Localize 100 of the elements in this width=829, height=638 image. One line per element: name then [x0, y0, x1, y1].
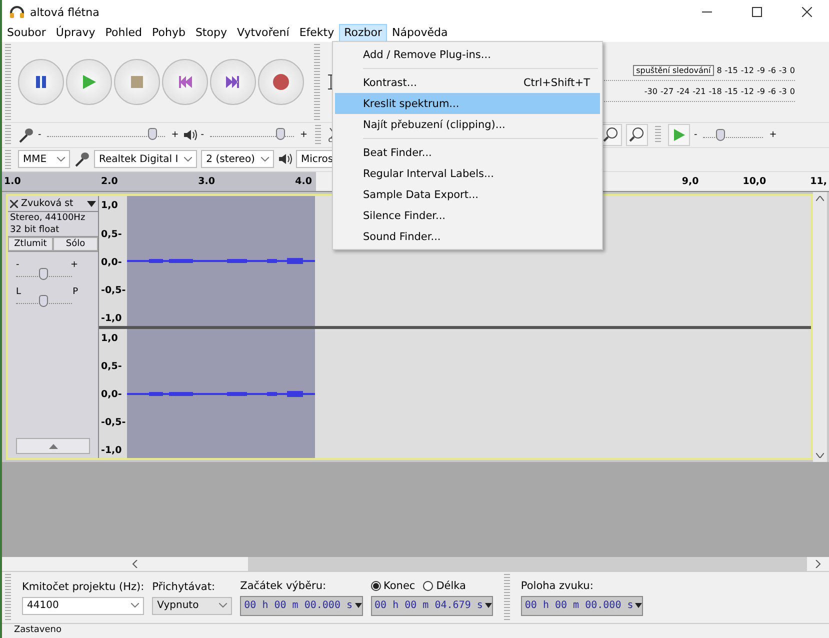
- ruler-label: 2.0: [101, 176, 118, 188]
- window-title: altová flétna: [30, 6, 100, 18]
- stop-icon: [131, 76, 143, 88]
- menu-entry[interactable]: Sample Data Export...: [335, 184, 600, 205]
- scale-label: -0,5-: [101, 417, 127, 428]
- snap-select[interactable]: Vypnuto: [152, 596, 232, 615]
- menu-item[interactable]: Soubor: [2, 24, 51, 42]
- menu-item[interactable]: Úpravy: [50, 24, 100, 42]
- radio-option[interactable]: Délka: [423, 580, 466, 592]
- skip-end-icon: [226, 76, 239, 88]
- meter-tick-label: 8: [716, 66, 722, 76]
- snap-label: Přichytávat:: [152, 580, 216, 593]
- slider-thumb[interactable]: [276, 128, 286, 140]
- scale-label: 0,0-: [101, 389, 123, 400]
- rate-label: Kmitočet projektu (Hz):: [22, 580, 144, 593]
- menu-item[interactable]: Nápověda: [387, 24, 453, 42]
- host-select[interactable]: MME: [18, 150, 70, 168]
- dropdown-icon: [354, 603, 362, 608]
- ruler-label: 3.0: [198, 176, 215, 188]
- meter-tick-label: -18: [708, 87, 722, 96]
- menu-entry[interactable]: Silence Finder...: [335, 205, 600, 226]
- menu-item[interactable]: Vytvoření: [232, 24, 294, 42]
- menu-item[interactable]: Rozbor: [339, 24, 388, 42]
- track-toggle-button[interactable]: Sólo: [53, 237, 98, 252]
- meter-tick-label: 0: [790, 66, 795, 76]
- menu-entry[interactable]: Add / Remove Plug-ins...: [335, 44, 600, 65]
- maximize-icon: [752, 7, 762, 17]
- meter-tick-label: -24: [676, 87, 690, 96]
- meter-tick-label: -27: [660, 87, 674, 96]
- scroll-down-icon[interactable]: [816, 453, 824, 458]
- play-at-speed-button[interactable]: [668, 124, 690, 146]
- rate-select[interactable]: 44100: [22, 596, 144, 615]
- transport-button[interactable]: [210, 58, 256, 105]
- input-device-select[interactable]: Realtek Digital I: [94, 150, 198, 168]
- transport-button[interactable]: [162, 58, 208, 105]
- radio-icon[interactable]: [370, 580, 381, 591]
- menu-entry[interactable]: Kontrast... Ctrl+Shift+T: [335, 72, 600, 93]
- slider-thumb[interactable]: [716, 128, 726, 140]
- scale-label: -0,5-: [101, 284, 127, 296]
- meter-prompt[interactable]: spuštění sledování: [633, 65, 714, 76]
- menu-item[interactable]: Pohyb: [147, 24, 190, 42]
- slider-max-label: +: [171, 130, 179, 140]
- channels-select[interactable]: 2 (stereo): [201, 150, 274, 168]
- scroll-up-icon[interactable]: [816, 196, 824, 202]
- slider-min-label: -: [38, 130, 42, 140]
- headphones-icon: [10, 6, 24, 18]
- meter-tick-label: -12: [740, 87, 754, 96]
- dropdown-icon: [635, 603, 642, 608]
- menu-item[interactable]: Stopy: [190, 24, 232, 42]
- scale-label: 0,0-: [101, 256, 123, 268]
- track-info: Stereo, 44100Hz: [9, 212, 86, 224]
- status-text: Zastaveno: [14, 624, 62, 636]
- slider-min-label: -: [200, 130, 204, 140]
- gain-min-label: -: [16, 260, 20, 270]
- close-icon: [802, 7, 812, 17]
- ruler-label: 10,0: [742, 176, 766, 188]
- speaker-icon: [182, 128, 197, 141]
- menu-entry[interactable]: Najít přebuzení (clipping)...: [335, 114, 600, 135]
- menu-entry[interactable]: Kreslit spektrum...: [335, 93, 600, 114]
- time-field[interactable]: 00 h 00 m 00.000 s: [520, 596, 644, 616]
- transport-button[interactable]: [18, 58, 64, 105]
- close-icon[interactable]: [10, 200, 18, 208]
- meter-tick-label: -21: [692, 87, 706, 96]
- caret-icon: [219, 603, 228, 608]
- meter-tick-label: -15: [724, 87, 738, 96]
- scroll-right-icon[interactable]: [815, 560, 821, 568]
- radio-option[interactable]: Konec: [370, 580, 416, 592]
- meter-tick-label: -30: [644, 87, 658, 96]
- ruler-label: 11,: [810, 176, 827, 188]
- menu-item[interactable]: Efekty: [294, 24, 340, 42]
- scroll-left-icon[interactable]: [132, 560, 138, 568]
- slider-thumb[interactable]: [148, 128, 158, 140]
- caret-icon: [57, 156, 65, 162]
- transport-button[interactable]: [258, 58, 304, 105]
- track-toggle-button[interactable]: Ztlumit: [8, 237, 53, 252]
- audio-position-label: Poloha zvuku:: [520, 580, 594, 592]
- menu-item[interactable]: Pohled: [100, 24, 147, 42]
- slider-thumb[interactable]: [39, 268, 48, 280]
- magnifier-icon: [603, 127, 619, 143]
- scrollbar-thumb[interactable]: [248, 556, 807, 571]
- meter-tick-label: 0: [790, 87, 795, 96]
- time-field[interactable]: 00 h 00 m 04.679 s: [370, 596, 493, 616]
- zoom-toggle-button[interactable]: [626, 124, 648, 146]
- ruler-label: 1.0: [4, 176, 21, 188]
- caret-icon: [131, 603, 140, 608]
- play-icon: [83, 74, 96, 89]
- selection-start-label: Začátek výběru:: [240, 580, 328, 592]
- time-field[interactable]: 00 h 00 m 00.000 s: [240, 596, 363, 616]
- menu-entry[interactable]: Sound Finder...: [335, 226, 600, 247]
- caret-icon: [184, 156, 192, 162]
- microphone-icon: [74, 151, 90, 168]
- radio-icon[interactable]: [423, 580, 434, 591]
- pan-left-label: L: [16, 287, 22, 298]
- slider-thumb[interactable]: [39, 295, 48, 308]
- caret-icon: [260, 156, 269, 162]
- triangle-up-icon: [48, 444, 58, 449]
- meter-tick-label: -6: [768, 87, 776, 96]
- gain-max-label: +: [70, 260, 78, 270]
- magnifier-icon: [629, 127, 645, 143]
- track-name[interactable]: Zvuková st: [21, 198, 84, 210]
